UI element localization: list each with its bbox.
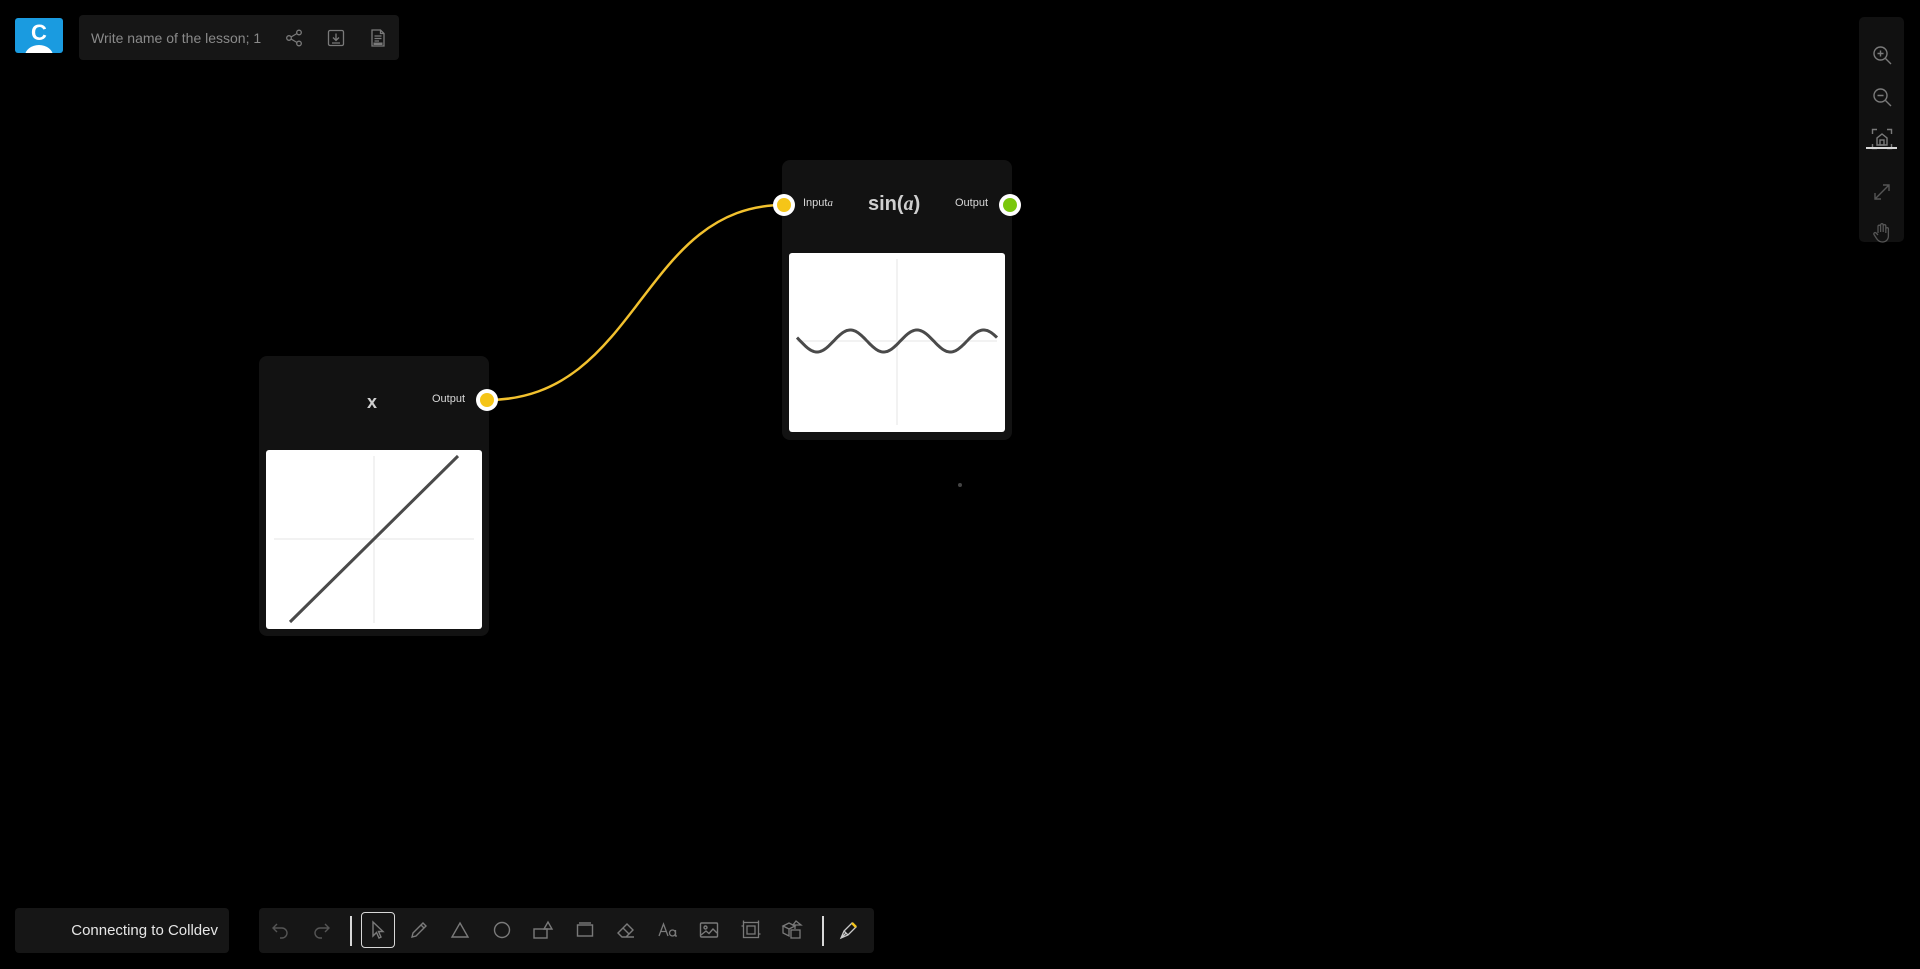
output-port-label: Output	[432, 393, 466, 405]
text-icon[interactable]	[651, 912, 685, 948]
rectangle-icon[interactable]	[568, 912, 602, 948]
output-port-label: Output	[955, 197, 989, 209]
input-port-label: Inputa	[803, 197, 833, 209]
logo-shape	[25, 45, 53, 53]
toolbar-divider	[822, 916, 824, 946]
expand-icon[interactable]	[1859, 172, 1904, 212]
logo-letter: C	[31, 20, 47, 45]
hand-icon[interactable]	[1859, 213, 1904, 253]
zoom-in-icon[interactable]	[1859, 35, 1904, 75]
image-icon[interactable]	[692, 912, 726, 948]
port-core	[480, 393, 494, 407]
function-plot	[789, 253, 1005, 432]
pdf-icon[interactable]	[357, 15, 399, 60]
node-sin[interactable]: Inputa sin(a) Output	[782, 160, 1012, 440]
port-core	[1003, 198, 1017, 212]
view-toolbar	[1859, 17, 1904, 243]
pen-icon[interactable]	[832, 912, 866, 948]
connection-status: Connecting to Colldev	[15, 908, 229, 953]
undo-icon[interactable]	[263, 912, 297, 948]
node-x[interactable]: x Output	[259, 356, 489, 636]
fit-to-screen-icon[interactable]	[1859, 119, 1904, 159]
port-core	[777, 198, 791, 212]
eraser-icon[interactable]	[609, 912, 643, 948]
app-logo[interactable]: C	[15, 18, 63, 53]
shapes-icon[interactable]	[526, 912, 560, 948]
input-port[interactable]	[773, 194, 795, 216]
lesson-bar	[79, 15, 399, 60]
output-port[interactable]	[476, 389, 498, 411]
status-text: Connecting to Colldev	[71, 922, 218, 939]
redo-icon[interactable]	[305, 912, 339, 948]
download-icon[interactable]	[315, 15, 357, 60]
select-icon[interactable]	[361, 912, 395, 948]
triangle-icon[interactable]	[443, 912, 477, 948]
function-plot	[266, 450, 482, 629]
circle-icon[interactable]	[485, 912, 519, 948]
pencil-icon[interactable]	[402, 912, 436, 948]
frame-icon[interactable]	[734, 912, 768, 948]
3d-shapes-icon[interactable]	[775, 912, 809, 948]
toolbar-divider	[1866, 147, 1897, 149]
share-icon[interactable]	[273, 15, 315, 60]
canvas-dot	[958, 483, 962, 487]
output-port[interactable]	[999, 194, 1021, 216]
toolbar-divider	[350, 916, 352, 946]
drawing-toolbar	[259, 908, 874, 953]
node-title: x	[367, 392, 378, 412]
zoom-out-icon[interactable]	[1859, 77, 1904, 117]
node-title: sin(a)	[868, 193, 921, 215]
lesson-name-input[interactable]	[91, 29, 273, 46]
